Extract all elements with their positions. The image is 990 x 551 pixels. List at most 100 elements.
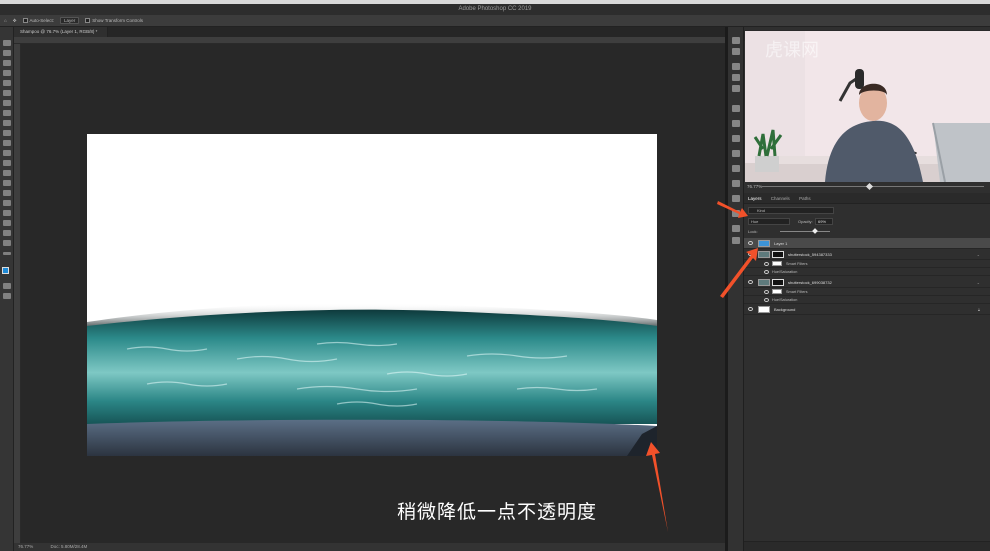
healing-brush-icon[interactable] (3, 110, 11, 116)
shape-tool-icon[interactable] (3, 220, 11, 226)
document-tab[interactable]: Shampoo @ 76.7% (Layer 1, RGB/8) * (14, 27, 108, 37)
eraser-tool-icon[interactable] (3, 150, 11, 156)
adjustments-icon[interactable] (732, 105, 740, 112)
smart-filters-label: Smart Filters (786, 262, 808, 266)
status-zoom[interactable]: 76.77% (18, 544, 33, 549)
layer-row-shutterstock-594387333[interactable]: shutterstock_594387333 ⌄ (744, 249, 990, 260)
opacity-slider-track[interactable] (780, 231, 830, 232)
hue-saturation-filter-row[interactable]: Hue/Saturation (744, 268, 990, 276)
hand-tool-icon[interactable] (3, 230, 11, 236)
hue-saturation-filter-row[interactable]: Hue/Saturation (744, 296, 990, 304)
document-canvas[interactable] (87, 134, 657, 456)
dodge-tool-icon[interactable] (3, 180, 11, 186)
brush-settings-icon[interactable] (732, 63, 740, 70)
layer-name: Layer 1 (774, 241, 788, 246)
layers-icon[interactable] (732, 195, 740, 202)
layer-thumbnail (758, 306, 770, 313)
layers-panel-tabs: Layers Channels Paths (744, 193, 990, 204)
auto-select-checkbox[interactable]: Auto-Select: (22, 18, 54, 24)
layer-mask-thumbnail[interactable] (772, 251, 784, 258)
history-brush-icon[interactable] (3, 140, 11, 146)
opacity-label: Opacity: (798, 219, 813, 224)
visibility-eye-icon[interactable] (764, 298, 769, 302)
quick-select-tool-icon[interactable] (3, 70, 11, 76)
webcam-overlay: 虎课网 (745, 31, 990, 182)
lock-icon: 🔒︎ (977, 307, 980, 312)
layer-mask-thumbnail[interactable] (772, 279, 784, 286)
play-icon[interactable] (732, 48, 740, 55)
ruler-vertical[interactable] (14, 44, 21, 543)
visibility-eye-icon[interactable] (748, 241, 753, 245)
move-tool-icon[interactable] (3, 40, 11, 46)
ruler-horizontal[interactable] (14, 37, 725, 44)
visibility-eye-icon[interactable] (748, 252, 753, 256)
filter-name: Hue/Saturation (772, 270, 798, 274)
brushes-icon[interactable] (732, 74, 740, 81)
presenter-video: 虎课网 (745, 31, 990, 182)
app-title-bar: Adobe Photoshop CC 2019 (0, 4, 990, 15)
visibility-eye-icon[interactable] (748, 280, 753, 284)
layer-name: Background (774, 307, 796, 312)
layer-row-layer1[interactable]: Layer 1 (744, 238, 990, 249)
eyedropper-tool-icon[interactable] (3, 100, 11, 106)
screen-mode-icon[interactable] (3, 293, 11, 299)
layer-row-background[interactable]: Background 🔒︎ (744, 304, 990, 315)
tab-paths[interactable]: Paths (799, 196, 811, 201)
layer-thumbnail (758, 251, 770, 258)
stamp-tool-icon[interactable] (3, 130, 11, 136)
character-icon[interactable] (732, 225, 740, 232)
tab-strip (108, 27, 725, 37)
channels-icon[interactable] (732, 210, 740, 217)
marquee-tool-icon[interactable] (3, 50, 11, 56)
smart-filters-row[interactable]: Smart Filters (744, 260, 990, 268)
type-tool-icon[interactable] (3, 200, 11, 206)
show-transform-checkbox[interactable]: Show Transform Controls (85, 17, 144, 24)
lock-label: Lock: (748, 229, 758, 234)
layers-panel-footer (744, 541, 990, 551)
tools-icon[interactable] (732, 165, 740, 172)
brush-tool-icon[interactable] (3, 120, 11, 126)
smart-filters-row[interactable]: Smart Filters (744, 288, 990, 296)
foreground-color-swatch[interactable] (2, 267, 9, 274)
smart-object-icon: ⌄ (976, 252, 980, 257)
pen-tool-icon[interactable] (3, 190, 11, 196)
blend-mode-dropdown[interactable]: Hue (748, 218, 790, 225)
tab-channels[interactable]: Channels (771, 196, 790, 201)
smart-filters-label: Smart Filters (786, 290, 808, 294)
move-tool-icon[interactable]: ✥ (13, 18, 17, 24)
layer-row-shutterstock-699038732[interactable]: shutterstock_699038732 ⌄ (744, 277, 990, 288)
layer-filter-kind[interactable]: Kind (748, 207, 834, 214)
color-icon[interactable] (732, 180, 740, 187)
show-transform-label: Show Transform Controls (92, 17, 144, 23)
status-doc-size: Doc: 5.80M/28.4M (50, 544, 88, 549)
properties-icon[interactable] (732, 120, 740, 127)
paragraph-icon[interactable] (732, 237, 740, 244)
libraries-icon[interactable] (732, 135, 740, 142)
layer-thumbnail (758, 240, 770, 247)
document-tab-label: Shampoo @ 76.7% (Layer 1, RGB/8) * (20, 29, 98, 34)
visibility-eye-icon[interactable] (748, 307, 753, 311)
path-select-tool-icon[interactable] (3, 210, 11, 216)
more-tools-icon[interactable] (3, 252, 11, 255)
navigator-zoom-value[interactable]: 76.77% (747, 184, 762, 189)
frame-tool-icon[interactable] (3, 90, 11, 96)
crop-tool-icon[interactable] (3, 80, 11, 86)
tab-layers[interactable]: Layers (748, 196, 762, 201)
history-icon[interactable] (732, 37, 740, 44)
opacity-input[interactable]: 69% (815, 218, 833, 225)
panel-icon-strip (728, 27, 744, 551)
quick-mask-icon[interactable] (3, 283, 11, 289)
layer-name: shutterstock_699038732 (788, 280, 832, 285)
zoom-tool-icon[interactable] (3, 240, 11, 246)
visibility-eye-icon[interactable] (764, 262, 769, 266)
visibility-eye-icon[interactable] (764, 270, 769, 274)
lasso-tool-icon[interactable] (3, 60, 11, 66)
smart-object-icon: ⌄ (976, 280, 980, 285)
blur-tool-icon[interactable] (3, 170, 11, 176)
visibility-eye-icon[interactable] (764, 290, 769, 294)
auto-select-dropdown[interactable]: Layer (60, 17, 80, 24)
swatches-icon[interactable] (732, 150, 740, 157)
home-icon[interactable]: ⌂ (4, 18, 7, 23)
gradient-tool-icon[interactable] (3, 160, 11, 166)
clone-source-icon[interactable] (732, 85, 740, 92)
